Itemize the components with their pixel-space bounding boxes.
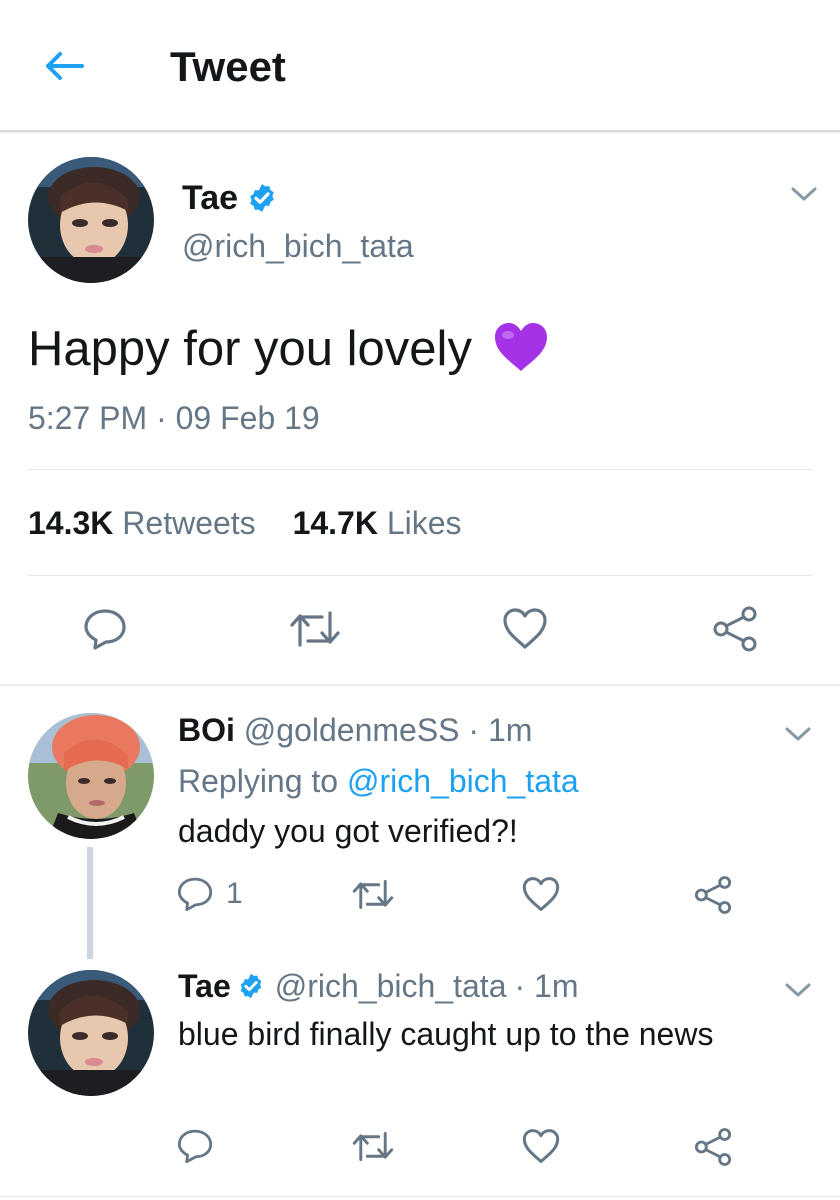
author-handle[interactable]: @rich_bich_tata bbox=[182, 226, 414, 266]
reply-button[interactable]: 1 bbox=[176, 872, 256, 916]
retweet-icon bbox=[290, 611, 340, 647]
reply-button[interactable] bbox=[176, 1124, 226, 1168]
avatar-photo bbox=[28, 970, 154, 1096]
reply-icon bbox=[177, 877, 213, 912]
reply-author-name[interactable]: BOi bbox=[178, 712, 235, 748]
retweet-button[interactable] bbox=[286, 602, 344, 656]
avatar-photo bbox=[28, 157, 154, 283]
reply-button[interactable] bbox=[78, 602, 132, 656]
tweet-text-body: Happy for you lovely bbox=[28, 322, 472, 376]
replying-to-label: Replying to bbox=[178, 763, 339, 799]
reply-text: daddy you got verified?! bbox=[178, 813, 518, 849]
chevron-down-icon bbox=[785, 983, 811, 997]
tweet-options-chevron[interactable] bbox=[776, 716, 820, 752]
reply-icon bbox=[177, 1129, 213, 1164]
share-icon bbox=[713, 606, 757, 652]
likes-label: Likes bbox=[386, 505, 462, 541]
like-button[interactable] bbox=[518, 1124, 564, 1168]
reply-author-handle[interactable]: @rich_bich_tata bbox=[275, 966, 507, 1006]
heart-icon bbox=[522, 876, 560, 911]
avatar[interactable] bbox=[28, 970, 154, 1096]
author-line: Tae bbox=[182, 176, 278, 220]
avatar-photo bbox=[28, 713, 154, 839]
divider bbox=[28, 575, 812, 576]
share-icon bbox=[694, 876, 732, 914]
reply-icon bbox=[84, 609, 126, 650]
top-app-bar bbox=[0, 0, 840, 132]
chevron-down-icon bbox=[791, 187, 817, 201]
reply-header: Tae @rich_bich_tata · 1m bbox=[178, 966, 578, 1006]
verified-badge-icon bbox=[240, 973, 262, 999]
share-button[interactable] bbox=[708, 602, 762, 656]
chevron-down-icon bbox=[785, 727, 811, 741]
retweet-button[interactable] bbox=[348, 1124, 398, 1168]
share-button[interactable] bbox=[690, 1124, 736, 1170]
replying-to-link[interactable]: @rich_bich_tata bbox=[347, 763, 579, 799]
thread-connector-line bbox=[87, 847, 93, 959]
tweet-options-chevron[interactable] bbox=[776, 972, 820, 1008]
tweet-options-chevron[interactable] bbox=[782, 176, 826, 212]
like-button[interactable] bbox=[498, 602, 552, 656]
tweet-stats: 14.3K Retweets 14.7K Likes bbox=[28, 502, 462, 544]
reply-time: · 1m bbox=[468, 712, 533, 748]
tweet-timestamp[interactable]: 5:27 PM · 09 Feb 19 bbox=[28, 398, 320, 438]
retweets-count: 14.3K bbox=[28, 505, 114, 541]
likes-count: 14.7K bbox=[292, 505, 378, 541]
page-title: Tweet bbox=[170, 43, 286, 90]
reply-count: 1 bbox=[226, 877, 243, 910]
share-button[interactable] bbox=[690, 872, 736, 918]
arrow-left-icon bbox=[46, 52, 84, 80]
retweets-label: Retweets bbox=[122, 505, 256, 541]
purple-heart-emoji-icon bbox=[494, 323, 547, 371]
retweet-button[interactable] bbox=[348, 872, 398, 916]
author-name[interactable]: Tae bbox=[182, 179, 238, 218]
heart-icon bbox=[522, 1128, 560, 1163]
avatar[interactable] bbox=[28, 157, 154, 283]
share-icon bbox=[694, 1128, 732, 1166]
likes-stat[interactable]: 14.7K Likes bbox=[293, 505, 462, 541]
reply-header: BOi @goldenmeSS · 1m bbox=[178, 710, 532, 750]
retweets-stat[interactable]: 14.3K Retweets bbox=[28, 505, 265, 541]
back-button[interactable] bbox=[34, 40, 94, 92]
retweet-icon bbox=[352, 1131, 394, 1161]
divider bbox=[0, 1196, 840, 1197]
section-divider bbox=[0, 684, 840, 686]
tweet-text: Happy for you lovely bbox=[28, 318, 550, 380]
avatar[interactable] bbox=[28, 713, 154, 839]
heart-icon bbox=[503, 608, 547, 649]
reply-time: · 1m bbox=[514, 968, 579, 1004]
reply-author-name[interactable]: Tae bbox=[178, 966, 231, 1006]
replying-to-line: Replying to @rich_bich_tata bbox=[178, 761, 579, 801]
reply-author-handle[interactable]: @goldenmeSS bbox=[244, 712, 460, 748]
divider bbox=[28, 469, 812, 470]
reply-text: blue bird finally caught up to the news bbox=[178, 1016, 714, 1052]
like-button[interactable] bbox=[518, 872, 564, 916]
verified-badge-icon bbox=[250, 184, 274, 212]
retweet-icon bbox=[352, 879, 394, 909]
